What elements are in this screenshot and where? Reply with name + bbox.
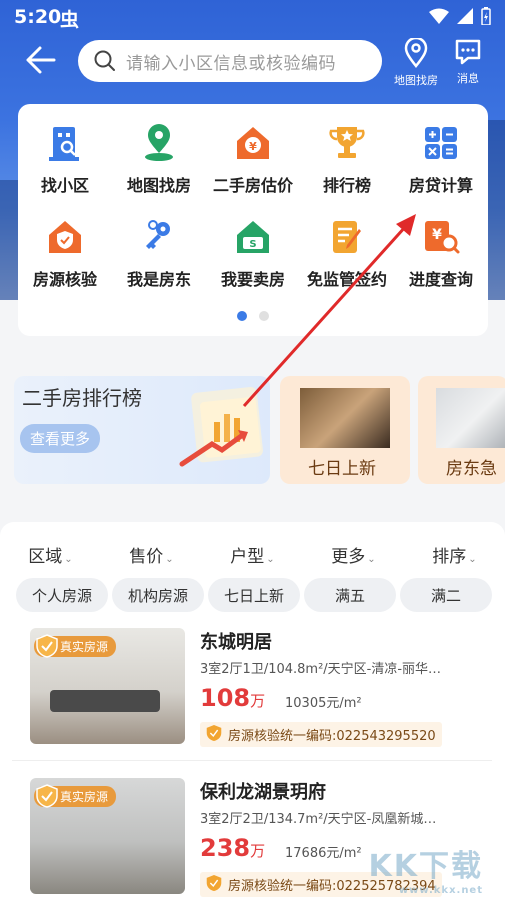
trophy-icon (329, 127, 365, 158)
service-landlord[interactable]: 我是房东 (112, 216, 206, 290)
messages-button[interactable]: 消息 (440, 38, 496, 86)
service-map-search[interactable]: 地图找房 (112, 122, 206, 196)
map-search-button[interactable]: 地图找房 (388, 38, 444, 88)
service-listing-verify[interactable]: 房源核验 (18, 216, 112, 290)
shield-check-icon (36, 784, 58, 808)
document-search-icon: ¥ (425, 221, 460, 254)
ranking-banner[interactable]: 二手房排行榜 查看更多 (14, 376, 270, 484)
listing-price: 108万 (200, 684, 266, 712)
app-notification-glyph: 虫 (60, 9, 80, 31)
shield-check-icon (36, 634, 58, 658)
service-mortgage-calculator[interactable]: 房贷计算 (394, 122, 488, 196)
calculator-icon (425, 127, 457, 159)
urgent-sale-caption: 房东急 (446, 459, 497, 479)
page-dot[interactable] (259, 311, 269, 321)
real-listing-badge: 真实房源 (34, 784, 117, 808)
service-unsupervised-contract[interactable]: 免监管签约 (300, 216, 394, 290)
listing-price: 238万 (200, 834, 266, 862)
listing-photo: 真实房源 (30, 778, 185, 894)
service-label: 进度查询 (408, 270, 473, 289)
urgent-sale-banner[interactable]: 房东急 (418, 376, 505, 484)
filter-more[interactable]: 更多 ⌄ (303, 542, 404, 567)
listing-unit-price: 10305元/m² (285, 696, 362, 711)
svg-text:S: S (249, 239, 256, 250)
svg-text:¥: ¥ (432, 227, 442, 243)
service-find-community[interactable]: 找小区 (18, 122, 112, 196)
watermark: KK下载 www.kkx.net (368, 849, 483, 896)
services-card: 找小区 地图找房 ¥ 二手房估价 排行榜 房贷计算 房源核验 我是房东 S 我要… (18, 104, 488, 336)
keys-icon (146, 220, 170, 249)
new-listings-caption: 七日上新 (308, 459, 376, 479)
service-progress-query[interactable]: ¥ 进度查询 (394, 216, 488, 290)
listing-details: 3室2厅1卫/104.8m²/天宁区-清凉-丽华… (200, 662, 442, 677)
shield-check-icon (206, 725, 222, 741)
service-label: 二手房估价 (212, 176, 293, 195)
service-label: 房贷计算 (408, 176, 473, 195)
divider (12, 760, 492, 761)
tag-new-7days[interactable]: 七日上新 (208, 578, 300, 612)
house-shield-icon (49, 221, 81, 253)
svg-text:¥: ¥ (249, 140, 257, 153)
service-label: 地图找房 (126, 176, 191, 195)
listing-photo (436, 388, 505, 448)
wifi-icon (429, 8, 449, 24)
back-button[interactable] (24, 40, 64, 80)
service-label: 排行榜 (322, 176, 371, 195)
filter-bar: 区域 ⌄ 售价 ⌄ 户型 ⌄ 更多 ⌄ 排序 ⌄ (0, 542, 505, 567)
service-label: 我要卖房 (220, 270, 285, 289)
tag-agency[interactable]: 机构房源 (112, 578, 204, 612)
page-indicator (237, 311, 269, 321)
listing-photo (300, 388, 390, 448)
tag-personal[interactable]: 个人房源 (16, 578, 108, 612)
tag-over-two[interactable]: 满二 (400, 578, 492, 612)
status-bar: 5:20 虫 (0, 0, 505, 34)
filter-price[interactable]: 售价 ⌄ (101, 542, 202, 567)
shield-check-icon (206, 875, 222, 891)
listing-card[interactable]: 真实房源 东城明居 3室2厅1卫/104.8m²/天宁区-清凉-丽华… 108万… (30, 628, 500, 758)
listing-photo: 真实房源 (30, 628, 185, 744)
chart-sheet-icon (179, 387, 263, 467)
new-listings-banner[interactable]: 七日上新 (280, 376, 410, 484)
house-sell-icon: S (237, 221, 269, 253)
filter-area[interactable]: 区域 ⌄ (0, 542, 101, 567)
sofa-shape (50, 690, 160, 712)
location-pin-icon (404, 38, 428, 68)
quick-tags: 个人房源 机构房源 七日上新 满五 满二 (16, 578, 492, 612)
messages-label: 消息 (457, 72, 479, 85)
service-label: 房源核验 (32, 270, 97, 289)
contract-pen-icon (333, 221, 361, 253)
message-icon (455, 39, 481, 65)
cell-signal-icon (457, 8, 473, 24)
page-dot-active[interactable] (237, 311, 247, 321)
service-label: 我是房东 (126, 270, 191, 289)
filter-layout[interactable]: 户型 ⌄ (202, 542, 303, 567)
service-label: 免监管签约 (306, 270, 387, 289)
listing-details: 3室2厅2卫/134.7m²/天宁区-凤凰新城… (200, 812, 437, 827)
search-bar[interactable]: 请输入小区信息或核验编码 (78, 40, 382, 82)
service-valuation[interactable]: ¥ 二手房估价 (206, 122, 300, 196)
ranking-banner-title: 二手房排行榜 (22, 386, 142, 410)
tag-over-five[interactable]: 满五 (304, 578, 396, 612)
battery-icon (481, 7, 491, 25)
house-yuan-icon: ¥ (237, 127, 269, 159)
filter-sort[interactable]: 排序 ⌄ (404, 542, 505, 567)
listing-unit-price: 17686元/m² (285, 846, 362, 861)
arrow-left-icon (26, 46, 56, 74)
building-search-icon (49, 127, 79, 161)
service-ranking[interactable]: 排行榜 (300, 122, 394, 196)
map-pin-icon (145, 124, 173, 161)
listing-name: 保利龙湖景玥府 (200, 782, 326, 803)
service-sell-house[interactable]: S 我要卖房 (206, 216, 300, 290)
real-listing-badge: 真实房源 (34, 634, 117, 658)
status-time: 5:20 (14, 6, 62, 28)
service-label: 找小区 (40, 176, 89, 195)
listing-verify-code: 房源核验统一编码:022543295520 (200, 722, 442, 747)
search-placeholder: 请输入小区信息或核验编码 (126, 53, 336, 74)
listing-name: 东城明居 (200, 632, 272, 653)
search-icon (94, 50, 115, 71)
map-search-label: 地图找房 (394, 74, 438, 87)
view-more-button[interactable]: 查看更多 (20, 424, 101, 453)
